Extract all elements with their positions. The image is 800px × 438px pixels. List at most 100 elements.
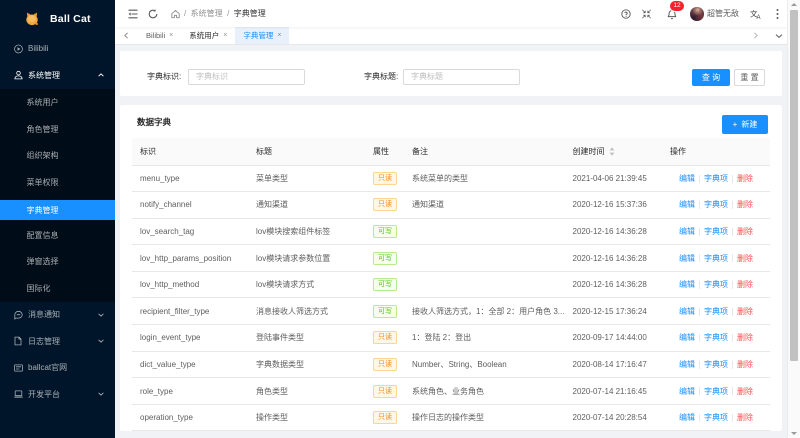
- delete-link[interactable]: 删除: [737, 174, 753, 183]
- question-circle-icon[interactable]: [621, 8, 631, 19]
- cell-attr: 可写: [365, 244, 404, 272]
- tabs-prev-icon[interactable]: [123, 27, 130, 45]
- delete-link[interactable]: 删除: [737, 387, 753, 396]
- tab-Bilibili[interactable]: Bilibili ×: [138, 27, 181, 44]
- sidebar-item-消息通知[interactable]: 消息通知: [0, 302, 115, 329]
- chevron-down-icon: [98, 313, 104, 317]
- dict-item-link[interactable]: 字典项: [704, 254, 728, 263]
- dict-code-input[interactable]: [188, 68, 305, 85]
- edit-link[interactable]: 编辑: [679, 280, 695, 289]
- dict-item-link[interactable]: 字典项: [704, 280, 728, 289]
- sidebar-subitem-角色管理[interactable]: 角色管理: [0, 116, 115, 143]
- column-header-创建时间[interactable]: 创建时间: [564, 138, 662, 166]
- dict-item-link[interactable]: 字典项: [704, 227, 728, 236]
- cell-time: 2020-12-16 14:36:28: [564, 271, 662, 299]
- delete-link[interactable]: 删除: [737, 413, 753, 422]
- edit-link[interactable]: 编辑: [679, 200, 695, 209]
- reload-icon[interactable]: [148, 8, 158, 19]
- dict-item-link[interactable]: 字典项: [704, 200, 728, 209]
- dict-item-link[interactable]: 字典项: [704, 387, 728, 396]
- op-divider: [699, 414, 700, 423]
- table-row: recipient_filter_type 消息接收人筛选方式 可写 接收人筛选方式，…: [132, 297, 770, 326]
- avatar[interactable]: [690, 7, 704, 21]
- cell-remark: 接收人筛选方式，1：全部 2：用户角色 3...: [404, 297, 565, 326]
- delete-link[interactable]: 删除: [737, 254, 753, 263]
- tab-close-icon[interactable]: ×: [223, 32, 227, 39]
- sidebar-item-ballcat官网[interactable]: ballcat官网: [0, 355, 115, 382]
- dict-item-link[interactable]: 字典项: [704, 307, 728, 316]
- chevron-down-icon: [98, 392, 104, 396]
- cell-code: operation_type: [132, 404, 248, 432]
- delete-link[interactable]: 删除: [737, 360, 753, 369]
- breadcrumb-separator: /: [222, 9, 234, 18]
- edit-link[interactable]: 编辑: [679, 333, 695, 342]
- tab-close-icon[interactable]: ×: [169, 32, 173, 39]
- edit-link[interactable]: 编辑: [679, 254, 695, 263]
- scrollbar-up-arrow[interactable]: [791, 3, 797, 6]
- op-divider: [732, 387, 733, 396]
- delete-link[interactable]: 删除: [737, 227, 753, 236]
- create-button[interactable]: + 新建: [722, 115, 768, 134]
- cell-operations: 编辑 字典项 删除: [662, 191, 770, 219]
- dict-item-link[interactable]: 字典项: [704, 174, 728, 183]
- sidebar-subitem-弹窗选择[interactable]: 弹窗选择: [0, 249, 115, 276]
- dict-title-input[interactable]: [403, 68, 520, 85]
- app-logo[interactable]: Ball Cat: [0, 8, 91, 30]
- edit-link[interactable]: 编辑: [679, 227, 695, 236]
- scrollbar-thumb[interactable]: [790, 10, 798, 361]
- tab-label: 系统用户: [189, 30, 220, 40]
- sidebar-item-系统管理[interactable]: 系统管理: [0, 62, 115, 89]
- edit-link[interactable]: 编辑: [679, 307, 695, 316]
- dict-item-link[interactable]: 字典项: [704, 360, 728, 369]
- plus-icon: +: [732, 119, 738, 129]
- breadcrumb-item-1[interactable]: 系统管理: [191, 9, 223, 18]
- sidebar-subitem-字典管理[interactable]: 字典管理: [0, 200, 115, 220]
- tab-close-icon[interactable]: ×: [277, 32, 281, 39]
- dict-item-link[interactable]: 字典项: [704, 413, 728, 422]
- sidebar-subitem-配置信息[interactable]: 配置信息: [0, 222, 115, 249]
- username[interactable]: 超管无敌: [707, 0, 739, 27]
- sidebar-subitem-国际化[interactable]: 国际化: [0, 275, 115, 302]
- scrollbar-down-arrow[interactable]: [791, 432, 797, 435]
- sidebar-subitem-组织架构[interactable]: 组织架构: [0, 143, 115, 170]
- edit-link[interactable]: 编辑: [679, 174, 695, 183]
- tab-字典管理[interactable]: 字典管理 ×: [235, 27, 290, 44]
- dict-item-link[interactable]: 字典项: [704, 333, 728, 342]
- home-icon[interactable]: [171, 9, 180, 18]
- sidebar-subitem-label: 弹窗选择: [26, 257, 59, 267]
- op-divider: [699, 360, 700, 369]
- delete-link[interactable]: 删除: [737, 333, 753, 342]
- edit-link[interactable]: 编辑: [679, 387, 695, 396]
- menu-fold-icon[interactable]: [128, 9, 138, 19]
- sidebar-subitem-菜单权限[interactable]: 菜单权限: [0, 169, 115, 196]
- browser-scrollbar[interactable]: [787, 0, 800, 438]
- query-button[interactable]: 查 询: [692, 69, 730, 86]
- reset-button[interactable]: 重 置: [734, 69, 765, 86]
- delete-link[interactable]: 删除: [737, 280, 753, 289]
- edit-link[interactable]: 编辑: [679, 413, 695, 422]
- cell-operations: 编辑 字典项 删除: [662, 165, 770, 193]
- sidebar-subitem-系统用户[interactable]: 系统用户: [0, 90, 115, 117]
- fullscreen-exit-icon[interactable]: [641, 8, 652, 19]
- tabs-next-icon[interactable]: [752, 27, 759, 45]
- cell-time: 2020-07-14 20:28:54: [564, 404, 662, 432]
- sidebar-item-Bilibili[interactable]: Bilibili: [0, 36, 115, 63]
- attr-tag: 可写: [373, 278, 397, 292]
- main-area: / 系统管理 / 字典管理 12 超管无敌 文 A Bilibili × 系统用…: [115, 0, 787, 438]
- sidebar-subitem-label: 系统用户: [26, 98, 59, 108]
- cell-remark: 通知渠道: [404, 191, 565, 219]
- delete-link[interactable]: 删除: [737, 307, 753, 316]
- sidebar-subitem-label: 国际化: [26, 283, 51, 293]
- tabs-menu-icon[interactable]: [775, 27, 783, 45]
- cell-title: 菜单类型: [248, 165, 365, 193]
- more-vertical-icon[interactable]: [776, 8, 779, 19]
- translate-icon[interactable]: 文 A: [750, 9, 762, 19]
- sidebar-subitem-label: 菜单权限: [26, 177, 59, 187]
- sidebar-item-开发平台[interactable]: 开发平台: [0, 381, 115, 408]
- delete-link[interactable]: 删除: [737, 200, 753, 209]
- sorter-icon[interactable]: [609, 147, 615, 156]
- table-row: role_type 角色类型 只读 系统角色、业务角色 2020-07-14 21:16…: [132, 377, 770, 405]
- edit-link[interactable]: 编辑: [679, 360, 695, 369]
- tab-系统用户[interactable]: 系统用户 ×: [181, 27, 235, 44]
- sidebar-item-日志管理[interactable]: 日志管理: [0, 328, 115, 355]
